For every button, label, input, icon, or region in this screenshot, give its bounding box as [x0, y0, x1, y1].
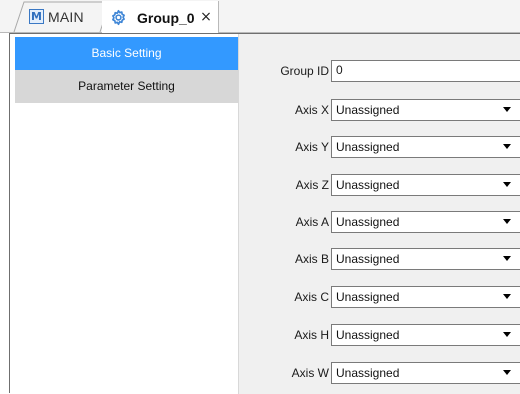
- editor-tab-strip: M MAIN Group_0 ×: [0, 0, 520, 33]
- axis-c-row: Axis C Unassigned: [239, 286, 520, 310]
- group-id-row: Group ID 0: [239, 60, 520, 84]
- axis-w-label: Axis W: [291, 366, 329, 380]
- axis-a-row: Axis A Unassigned: [239, 211, 520, 235]
- dropdown-arrow-icon: [503, 332, 511, 337]
- nav-parameter-setting[interactable]: Parameter Setting: [15, 70, 238, 103]
- axis-b-select[interactable]: Unassigned: [331, 248, 520, 270]
- axis-b-value: Unassigned: [336, 252, 400, 266]
- axis-h-label: Axis H: [294, 328, 329, 342]
- axis-z-label: Axis Z: [295, 178, 329, 192]
- nav-basic-setting[interactable]: Basic Setting: [15, 37, 238, 70]
- dropdown-arrow-icon: [503, 219, 511, 224]
- axis-z-row: Axis Z Unassigned: [239, 174, 520, 198]
- tab-group-0[interactable]: Group_0 ×: [102, 1, 219, 33]
- axis-w-select[interactable]: Unassigned: [331, 362, 520, 384]
- gear-icon: [112, 9, 125, 26]
- dropdown-arrow-icon: [503, 370, 511, 375]
- axis-x-row: Axis X Unassigned: [239, 99, 520, 123]
- dropdown-arrow-icon: [503, 144, 511, 149]
- tab-group-label: Group_0: [137, 10, 195, 26]
- group-id-label: Group ID: [280, 64, 329, 78]
- dropdown-arrow-icon: [503, 182, 511, 187]
- axis-y-select[interactable]: Unassigned: [331, 136, 520, 158]
- axis-h-row: Axis H Unassigned: [239, 324, 520, 348]
- settings-content: Group ID 0 Axis X Unassigned Axis Y Unas…: [239, 34, 520, 394]
- axis-b-label: Axis B: [294, 252, 329, 266]
- axis-x-select[interactable]: Unassigned: [331, 99, 520, 121]
- dropdown-arrow-icon: [503, 256, 511, 261]
- settings-sidebar: Basic Setting Parameter Setting: [10, 34, 239, 394]
- axis-y-value: Unassigned: [336, 140, 400, 154]
- close-tab-icon[interactable]: ×: [200, 9, 212, 25]
- m-document-icon: M: [29, 9, 44, 24]
- axis-y-row: Axis Y Unassigned: [239, 136, 520, 160]
- tab-main[interactable]: M MAIN: [0, 0, 112, 33]
- tab-main-label: MAIN: [48, 9, 84, 25]
- axis-a-select[interactable]: Unassigned: [331, 211, 520, 233]
- axis-x-value: Unassigned: [336, 103, 400, 117]
- dropdown-arrow-icon: [503, 294, 511, 299]
- axis-c-label: Axis C: [294, 290, 329, 304]
- axis-y-label: Axis Y: [295, 140, 329, 154]
- group-id-field[interactable]: 0: [331, 60, 520, 82]
- axis-w-value: Unassigned: [336, 366, 400, 380]
- axis-b-row: Axis B Unassigned: [239, 248, 520, 272]
- axis-h-select[interactable]: Unassigned: [331, 324, 520, 346]
- axis-x-label: Axis X: [294, 103, 329, 117]
- dropdown-arrow-icon: [503, 107, 511, 112]
- axis-h-value: Unassigned: [336, 328, 400, 342]
- axis-a-value: Unassigned: [336, 215, 400, 229]
- axis-w-row: Axis W Unassigned: [239, 362, 520, 386]
- axis-c-select[interactable]: Unassigned: [331, 286, 520, 308]
- axis-a-label: Axis A: [295, 215, 329, 229]
- axis-c-value: Unassigned: [336, 290, 400, 304]
- axis-z-value: Unassigned: [336, 178, 400, 192]
- axis-z-select[interactable]: Unassigned: [331, 174, 520, 196]
